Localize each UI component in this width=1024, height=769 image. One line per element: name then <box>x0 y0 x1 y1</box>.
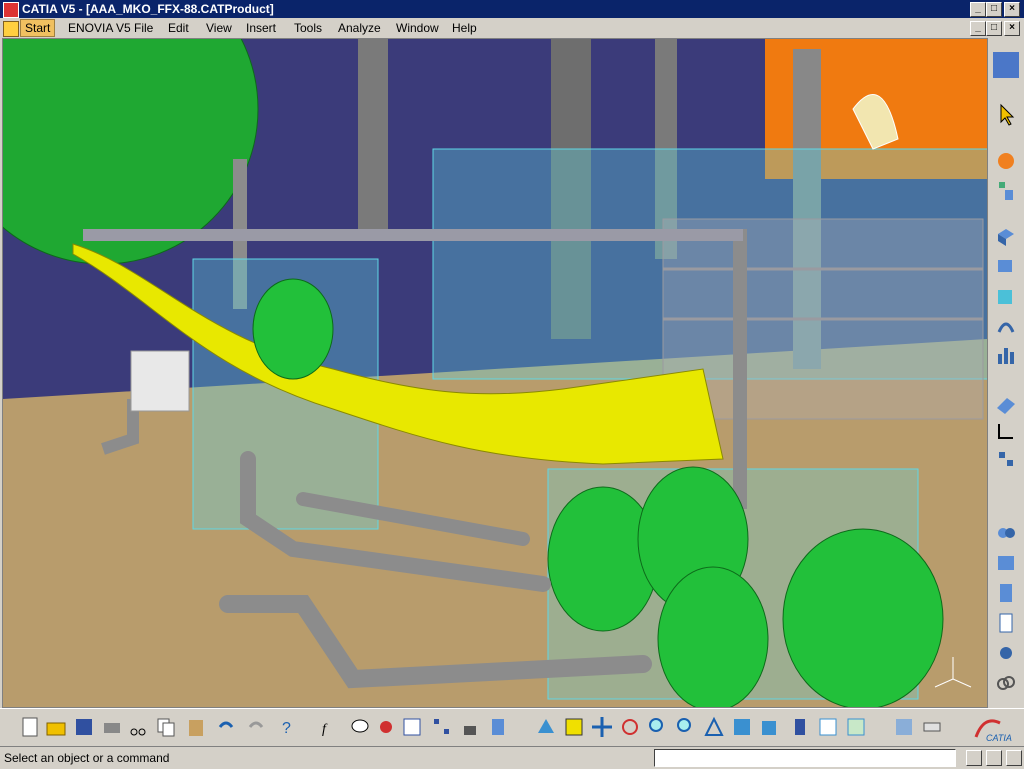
document-icon[interactable] <box>3 21 19 37</box>
constraint-icon[interactable] <box>993 446 1019 472</box>
pump-motor-3 <box>657 566 769 707</box>
cut-icon[interactable] <box>126 715 150 739</box>
junction-box <box>130 350 190 412</box>
bottom-toolbar: ? f CATIA <box>0 708 1024 747</box>
whats-this-icon[interactable]: ? <box>274 715 298 739</box>
part-icon[interactable] <box>993 224 1019 250</box>
fan-unit <box>252 278 334 380</box>
product-icon[interactable] <box>993 52 1019 78</box>
paste-icon[interactable] <box>184 715 208 739</box>
doc-close-button[interactable]: × <box>1004 21 1020 36</box>
menu-help[interactable]: Help <box>452 21 477 35</box>
catalog-icon[interactable] <box>993 580 1019 606</box>
right-toolbar <box>988 38 1024 706</box>
menu-edit[interactable]: Edit <box>168 21 189 35</box>
title-bar: CATIA V5 - [AAA_MKO_FFX-88.CATProduct] _… <box>0 0 1024 18</box>
pan-icon[interactable] <box>590 715 614 739</box>
lock-icon[interactable] <box>458 715 482 739</box>
analysis-icon[interactable] <box>993 342 1019 368</box>
macro-icon[interactable] <box>374 715 398 739</box>
zoom-in-icon[interactable] <box>646 715 670 739</box>
vertical-column <box>358 39 388 229</box>
doc-minimize-button[interactable]: _ <box>970 21 986 36</box>
menu-analyze[interactable]: Analyze <box>338 21 381 35</box>
report-icon[interactable] <box>993 610 1019 636</box>
status-button-1[interactable] <box>966 750 982 766</box>
maximize-button[interactable]: □ <box>986 2 1002 17</box>
assembly-icon[interactable] <box>993 252 1019 278</box>
quick-view-icon[interactable] <box>730 715 754 739</box>
open-icon[interactable] <box>44 715 68 739</box>
spring-icon[interactable] <box>993 312 1019 338</box>
material-icon[interactable] <box>844 715 868 739</box>
status-button-2[interactable] <box>986 750 1002 766</box>
minimize-button[interactable]: _ <box>970 2 986 17</box>
rotate-icon[interactable] <box>618 715 642 739</box>
pump-motor-4 <box>782 528 944 707</box>
close-button[interactable]: × <box>1004 2 1020 17</box>
menu-start[interactable]: Start <box>20 19 56 37</box>
zoom-out-icon[interactable] <box>674 715 698 739</box>
command-input[interactable] <box>654 749 956 767</box>
status-bar: Select an object or a command <box>0 746 1024 769</box>
menu-window[interactable]: Window <box>396 21 439 35</box>
properties-icon[interactable] <box>892 715 916 739</box>
platform-post <box>733 229 747 509</box>
redo-icon[interactable] <box>244 715 268 739</box>
status-prompt: Select an object or a command <box>4 751 170 765</box>
table-icon[interactable] <box>400 715 424 739</box>
eraser-icon[interactable] <box>993 392 1019 418</box>
tree-expand-icon[interactable] <box>430 715 454 739</box>
svg-text:f: f <box>322 722 328 737</box>
hierarchy-icon[interactable] <box>486 715 510 739</box>
box-icon[interactable] <box>993 284 1019 310</box>
equipment-icon[interactable] <box>993 550 1019 576</box>
formula-icon[interactable]: f <box>320 715 344 739</box>
menu-insert[interactable]: Insert <box>246 21 276 35</box>
link-icon[interactable] <box>993 670 1019 696</box>
menu-file[interactable]: File <box>134 21 153 35</box>
fit-all-icon[interactable] <box>562 715 586 739</box>
doc-restore-button[interactable]: □ <box>986 21 1002 36</box>
catia-logo: CATIA <box>970 713 1020 745</box>
menu-bar: Start ENOVIA V5 File Edit View Insert To… <box>0 18 1024 38</box>
fly-icon[interactable] <box>993 148 1019 174</box>
window-title: CATIA V5 - [AAA_MKO_FFX-88.CATProduct] <box>22 2 274 16</box>
hide-show-icon[interactable] <box>788 715 812 739</box>
status-button-3[interactable] <box>1006 750 1022 766</box>
knowledge-icon[interactable] <box>348 715 372 739</box>
copy-icon[interactable] <box>154 715 178 739</box>
tree-icon[interactable] <box>993 178 1019 204</box>
normal-view-icon[interactable] <box>702 715 726 739</box>
svg-text:CATIA: CATIA <box>986 733 1012 743</box>
select-arrow-icon[interactable] <box>993 102 1019 128</box>
undo-icon[interactable] <box>214 715 238 739</box>
satellite-icon[interactable] <box>993 640 1019 666</box>
scene-canvas[interactable] <box>3 39 987 707</box>
overhead-pipe <box>83 229 743 241</box>
view-mode-icon[interactable] <box>758 715 782 739</box>
menu-enovia[interactable]: ENOVIA V5 <box>68 21 131 35</box>
menu-view[interactable]: View <box>206 21 232 35</box>
catia-app-icon[interactable] <box>3 2 19 18</box>
svg-text:?: ? <box>282 720 291 737</box>
menu-tools[interactable]: Tools <box>294 21 322 35</box>
swap-icon[interactable] <box>816 715 840 739</box>
3d-viewport[interactable] <box>2 38 988 708</box>
route-icon[interactable] <box>993 520 1019 546</box>
fly-mode-icon[interactable] <box>534 715 558 739</box>
measure-icon[interactable] <box>920 715 944 739</box>
sketch-icon[interactable] <box>993 418 1019 444</box>
save-icon[interactable] <box>72 715 96 739</box>
print-icon[interactable] <box>100 715 124 739</box>
new-icon[interactable] <box>18 715 42 739</box>
